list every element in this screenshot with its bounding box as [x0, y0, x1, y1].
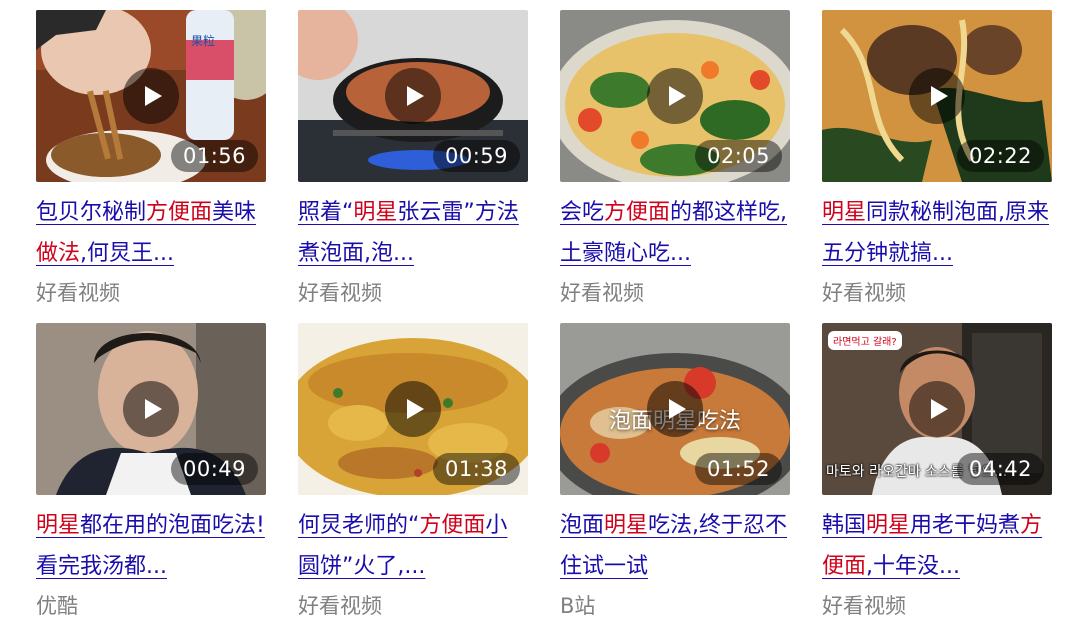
title-highlight[interactable]: 明星	[36, 513, 80, 538]
title-highlight[interactable]: 明星	[866, 513, 910, 538]
play-icon[interactable]	[385, 68, 441, 124]
video-source: 好看视频	[822, 281, 906, 305]
video-title-link[interactable]: 明星同款秘制泡面,原来五分钟就搞...	[822, 192, 1052, 274]
title-text[interactable]: 用老干妈煮	[910, 513, 1020, 538]
video-source: 好看视频	[298, 594, 382, 618]
video-title-link[interactable]: 包贝尔秘制方便面美味做法,何炅王...	[36, 192, 266, 274]
video-card: 泡面明星吃法 01:52 泡面明星吃法,终于忍不住试一试 B站	[560, 323, 790, 621]
video-thumbnail[interactable]: 果粒 01:56	[36, 10, 266, 182]
title-text[interactable]: ,何炅王...	[80, 241, 174, 266]
title-highlight[interactable]: 明星	[822, 200, 866, 225]
title-highlight[interactable]: 明星	[604, 513, 648, 538]
title-highlight[interactable]: 方便面	[146, 200, 212, 225]
title-text[interactable]: 会吃	[560, 200, 604, 225]
duration-badge: 00:49	[170, 453, 258, 485]
video-card: 果粒 01:56 包贝尔秘制方便面美味做法,何炅王... 好看视频	[36, 10, 266, 308]
duration-badge: 01:38	[432, 453, 520, 485]
video-title-link[interactable]: 韩国明星用老干妈煮方便面,十年没...	[822, 505, 1052, 587]
video-source: 好看视频	[298, 281, 382, 305]
video-source: 好看视频	[822, 594, 906, 618]
video-thumbnail[interactable]: 01:38	[298, 323, 528, 495]
video-source: B站	[560, 594, 596, 618]
duration-badge: 01:56	[170, 140, 258, 172]
play-icon[interactable]	[909, 381, 965, 437]
duration-badge: 04:42	[956, 453, 1044, 485]
title-text[interactable]: 韩国	[822, 513, 866, 538]
title-highlight[interactable]: 方便面	[419, 513, 485, 538]
title-highlight[interactable]: 明星	[353, 200, 397, 225]
duration-badge: 02:05	[694, 140, 782, 172]
video-title-link[interactable]: 会吃方便面的都这样吃,土豪随心吃...	[560, 192, 790, 274]
video-title-link[interactable]: 何炅老师的“方便面小圆饼”火了,...	[298, 505, 528, 587]
video-thumbnail[interactable]: 02:05	[560, 10, 790, 182]
thumbnail-text: 果粒	[191, 34, 216, 48]
video-card: 02:05 会吃方便面的都这样吃,土豪随心吃... 好看视频	[560, 10, 790, 308]
title-text[interactable]: 美味	[212, 200, 256, 225]
video-title-link[interactable]: 明星都在用的泡面吃法!看完我汤都...	[36, 505, 266, 587]
play-icon[interactable]	[909, 68, 965, 124]
title-text[interactable]: 何炅老师的“	[298, 513, 419, 538]
video-thumbnail[interactable]: 泡面明星吃法 01:52	[560, 323, 790, 495]
video-source: 好看视频	[36, 281, 120, 305]
title-highlight[interactable]: 方便面	[604, 200, 670, 225]
video-title-link[interactable]: 照着“明星张云雷”方法煮泡面,泡...	[298, 192, 528, 274]
video-results-grid: 果粒 01:56 包贝尔秘制方便面美味做法,何炅王... 好看视频 00:59 …	[0, 0, 1080, 638]
duration-badge: 00:59	[432, 140, 520, 172]
play-icon[interactable]	[647, 381, 703, 437]
video-thumbnail[interactable]: 02:22	[822, 10, 1052, 182]
play-icon[interactable]	[385, 381, 441, 437]
video-card: 02:22 明星同款秘制泡面,原来五分钟就搞... 好看视频	[822, 10, 1052, 308]
title-text[interactable]: 泡面	[560, 513, 604, 538]
video-thumbnail[interactable]: 00:59	[298, 10, 528, 182]
duration-badge: 02:22	[956, 140, 1044, 172]
title-text[interactable]: 照着“	[298, 200, 353, 225]
title-highlight[interactable]: 做法	[36, 241, 80, 266]
video-card: 00:49 明星都在用的泡面吃法!看完我汤都... 优酷	[36, 323, 266, 621]
play-icon[interactable]	[123, 381, 179, 437]
title-text[interactable]: ,十年没...	[866, 554, 960, 579]
video-card: 01:38 何炅老师的“方便面小圆饼”火了,... 好看视频	[298, 323, 528, 621]
title-text[interactable]: 包贝尔秘制	[36, 200, 146, 225]
video-card: 00:59 照着“明星张云雷”方法煮泡面,泡... 好看视频	[298, 10, 528, 308]
play-icon[interactable]	[647, 68, 703, 124]
video-title-link[interactable]: 泡面明星吃法,终于忍不住试一试	[560, 505, 790, 587]
thumbnail-badge: 라면먹고 갈래?	[828, 331, 902, 350]
video-thumbnail[interactable]: 00:49	[36, 323, 266, 495]
video-card: 라면먹고 갈래? 마토와 라오간마 소스를 넣으... 04:42 韩国明星用老…	[822, 323, 1052, 621]
play-icon[interactable]	[123, 68, 179, 124]
video-thumbnail[interactable]: 라면먹고 갈래? 마토와 라오간마 소스를 넣으... 04:42	[822, 323, 1052, 495]
video-source: 优酷	[36, 594, 78, 618]
video-source: 好看视频	[560, 281, 644, 305]
duration-badge: 01:52	[694, 453, 782, 485]
